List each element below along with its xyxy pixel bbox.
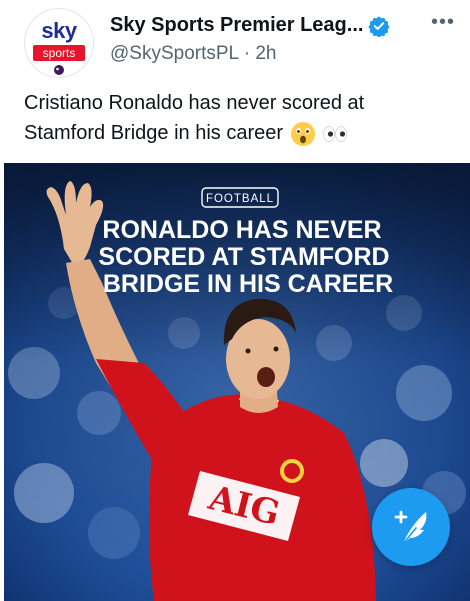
eyes-emoji: [323, 125, 348, 142]
astonished-face-emoji: [290, 121, 315, 146]
tweet-header: sky sports Sky Sports Premier Leag... @S…: [0, 0, 470, 86]
headline-line-2: SCORED AT STAMFORD: [98, 243, 389, 271]
tweet-text-line-1: Cristiano Ronaldo has never scored at: [24, 92, 365, 114]
more-options-button[interactable]: •••: [428, 12, 458, 36]
category-tag: FOOTBALL: [206, 193, 274, 205]
tweet-text: Cristiano Ronaldo has never scored at St…: [24, 88, 454, 148]
avatar[interactable]: sky sports: [24, 8, 94, 78]
author-name[interactable]: Sky Sports Premier Leag...: [110, 14, 363, 37]
author-name-row: Sky Sports Premier Leag...: [110, 14, 391, 37]
tweet-text-line-2-wrap: Stamford Bridge in his career: [24, 118, 454, 148]
tweet-text-line-2: Stamford Bridge in his career: [24, 122, 284, 144]
author-handle-row: @SkySportsPL · 2h: [110, 43, 276, 65]
headline-line-3: BRIDGE IN HIS CAREER: [103, 270, 393, 298]
compose-tweet-button[interactable]: [372, 488, 450, 566]
author-handle[interactable]: @SkySportsPL: [110, 43, 238, 64]
time-separator: ·: [243, 43, 251, 64]
compose-tweet-icon: [394, 510, 427, 545]
sky-logo-text: sky: [41, 18, 77, 43]
headline-line-1: RONALDO HAS NEVER: [102, 216, 381, 244]
verified-badge-icon: [368, 15, 391, 37]
premier-league-lion-icon: [54, 65, 64, 75]
sports-logo-text: sports: [33, 45, 85, 61]
tweet-timestamp[interactable]: 2h: [255, 43, 276, 64]
